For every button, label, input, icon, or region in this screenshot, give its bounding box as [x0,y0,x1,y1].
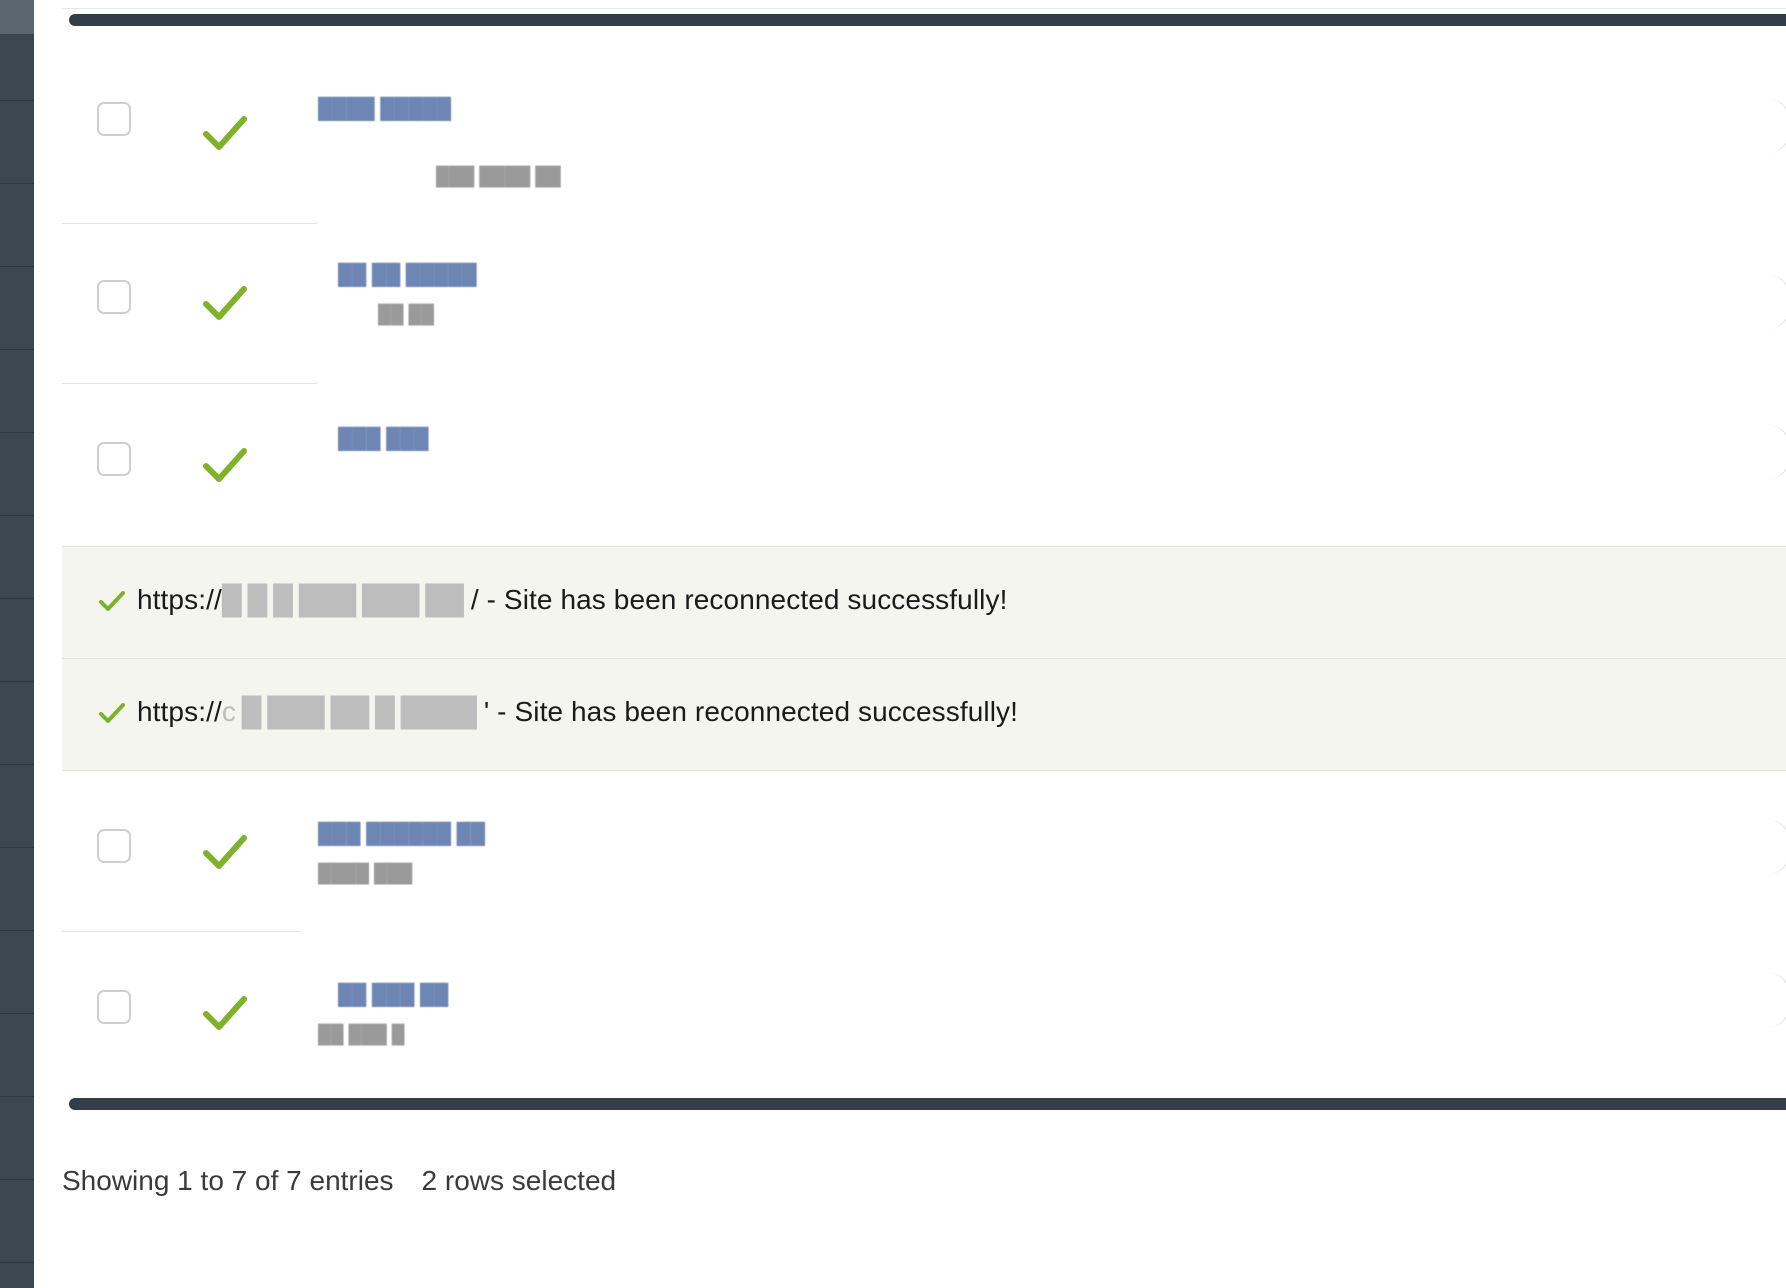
site-meta: ██ ██ [378,304,435,324]
sidebar-separator [0,349,34,350]
site-meta: ███ ████ ██ [436,166,561,186]
site-meta: ██ ███ █ [318,1024,405,1044]
site-name[interactable]: ██ ██ █████ [338,264,477,287]
table-row[interactable]: ███ ██████ ██ ████ ███ [62,770,1786,932]
row-checkbox[interactable] [97,102,131,136]
row-expand-chevron[interactable] [1766,424,1786,480]
check-icon [203,448,247,482]
notice-message: / - Site has been reconnected successful… [470,584,1008,615]
table-row[interactable]: ████ █████ ███ ████ ██ [62,28,1786,224]
check-icon [99,703,125,723]
row-expand-chevron[interactable] [1766,98,1786,154]
row-checkbox[interactable] [97,442,131,476]
notice-url-prefix[interactable]: https:// [137,696,222,727]
table-top-border [62,8,1786,9]
notice-url-masked[interactable]: █ █ █ ███ ███ ██ [222,584,464,615]
sidebar-separator [0,183,34,184]
site-meta: ████ ███ [318,863,413,883]
notice-text: https://c █ ███ ██ █ ████ ' - Site has b… [137,696,1018,728]
table-footer: Showing 1 to 7 of 7 entries 2 rows select… [62,1165,616,1197]
notice-url-prefix[interactable]: https:// [137,584,222,615]
rows-selected-info: 2 rows selected [421,1165,617,1196]
site-name[interactable]: ███ ██████ ██ [318,823,485,846]
check-icon [203,996,247,1030]
sidebar-separator [0,847,34,848]
sidebar-separator [0,1179,34,1180]
sidebar-separator [0,1013,34,1014]
row-expand-chevron[interactable] [1766,274,1786,330]
entries-info: Showing 1 to 7 of 7 entries [62,1165,394,1196]
reconnect-notice: https://c █ ███ ██ █ ████ ' - Site has b… [62,658,1786,770]
notice-url-masked[interactable]: c █ ███ ██ █ ████ [222,696,477,727]
table-row[interactable]: ██ ███ ██ ██ ███ █ [62,932,1786,1092]
site-name[interactable]: ████ █████ [318,98,451,121]
sidebar-separator [0,515,34,516]
notice-message: ' - Site has been reconnected successful… [483,696,1019,727]
page: ████ █████ ███ ████ ██ ██ ██ █████ ██ ██… [0,0,1786,1288]
check-icon [203,116,247,150]
horizontal-scrollbar-bottom[interactable] [69,1098,1786,1110]
table-row[interactable]: ██ ██ █████ ██ ██ [62,224,1786,384]
horizontal-scrollbar-top[interactable] [69,14,1786,26]
sidebar-separator [0,1096,34,1097]
check-icon [203,835,247,869]
sidebar-separator [0,764,34,765]
sidebar-separator [0,266,34,267]
sidebar-top-segment [0,0,34,34]
row-checkbox[interactable] [97,990,131,1024]
notice-text: https://█ █ █ ███ ███ ██ / - Site has be… [137,584,1007,616]
sidebar-separator [0,930,34,931]
reconnect-notice: https://█ █ █ ███ ███ ██ / - Site has be… [62,546,1786,658]
sidebar-separator [0,432,34,433]
table-row[interactable]: ███ ███ [62,384,1786,546]
site-name[interactable]: ███ ███ [338,428,429,451]
row-expand-chevron[interactable] [1766,819,1786,875]
check-icon [99,591,125,611]
site-name[interactable]: ██ ███ ██ [338,984,448,1007]
sidebar-separator [0,681,34,682]
check-icon [203,286,247,320]
row-checkbox[interactable] [97,280,131,314]
row-checkbox[interactable] [97,829,131,863]
sites-table: ████ █████ ███ ████ ██ ██ ██ █████ ██ ██… [62,0,1786,1110]
sidebar-separator [0,598,34,599]
sidebar-separator [0,100,34,101]
sidebar-separator [0,1262,34,1263]
row-expand-chevron[interactable] [1766,972,1786,1028]
sidebar-strip [0,0,34,1288]
